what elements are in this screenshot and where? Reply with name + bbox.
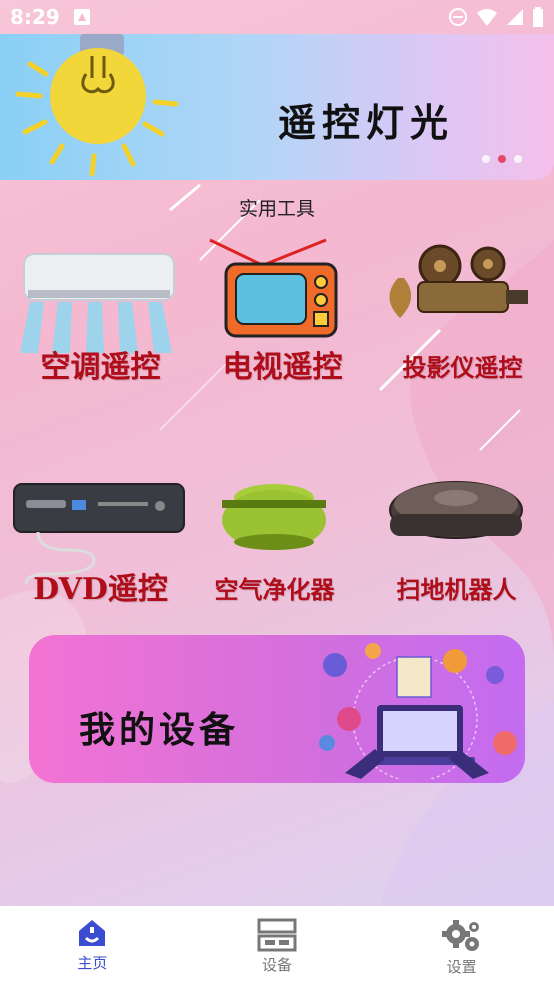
carousel-indicator xyxy=(482,155,522,163)
tool-label: 空气净化器 xyxy=(214,575,335,604)
tool-label: 空调遥控 xyxy=(40,350,161,385)
banner-carousel[interactable]: 遥控灯光 xyxy=(0,34,554,180)
air-conditioner-icon xyxy=(20,253,175,353)
nav-item-devices[interactable]: 设备 xyxy=(185,906,370,984)
nav-item-home[interactable]: 主页 xyxy=(0,906,185,984)
settings-gear-icon xyxy=(441,920,479,951)
tool-label: 扫地机器人 xyxy=(396,575,517,604)
tool-dvd[interactable]: DVD遥控 xyxy=(8,470,193,650)
battery-icon xyxy=(533,7,543,27)
tool-label: DVD遥控 xyxy=(33,572,168,607)
section-title: 实用工具 xyxy=(238,198,315,220)
signal-icon xyxy=(507,9,523,25)
tv-icon xyxy=(209,238,338,338)
light-bulb-icon xyxy=(15,34,179,177)
carousel-dot-active xyxy=(498,155,506,163)
my-devices-card[interactable]: 我的设备 xyxy=(29,635,525,783)
bottom-navigation: 主页 设备 设置 xyxy=(0,906,554,984)
nav-label: 设备 xyxy=(262,956,293,974)
tool-label: 电视遥控 xyxy=(222,350,343,385)
my-devices-title: 我的设备 xyxy=(79,709,240,751)
devices-icon xyxy=(257,918,297,952)
status-bar: 8:29 xyxy=(0,0,554,34)
carousel-dot xyxy=(514,155,522,163)
notification-icon xyxy=(73,9,90,25)
wifi-icon xyxy=(477,9,497,26)
home-icon xyxy=(79,920,106,946)
tool-air-conditioner[interactable]: 空调遥控 xyxy=(8,238,193,418)
status-time: 8:29 xyxy=(10,5,60,29)
tool-air-purifier[interactable]: 空气净化器 xyxy=(182,470,367,650)
laptop-network-icon xyxy=(319,643,517,779)
tool-tv[interactable]: 电视遥控 xyxy=(190,238,375,418)
tool-label: 投影仪遥控 xyxy=(402,353,523,382)
do-not-disturb-icon xyxy=(449,8,467,26)
tool-projector[interactable]: 投影仪遥控 xyxy=(370,238,554,418)
projector-icon xyxy=(389,244,528,318)
nav-label: 设置 xyxy=(446,958,477,976)
banner-title: 遥控灯光 xyxy=(278,100,455,145)
tool-robot-vacuum[interactable]: 扫地机器人 xyxy=(364,470,549,650)
nav-label: 主页 xyxy=(77,954,108,972)
status-icons xyxy=(448,7,544,27)
carousel-dot xyxy=(482,155,490,163)
nav-item-settings[interactable]: 设置 xyxy=(369,906,554,984)
